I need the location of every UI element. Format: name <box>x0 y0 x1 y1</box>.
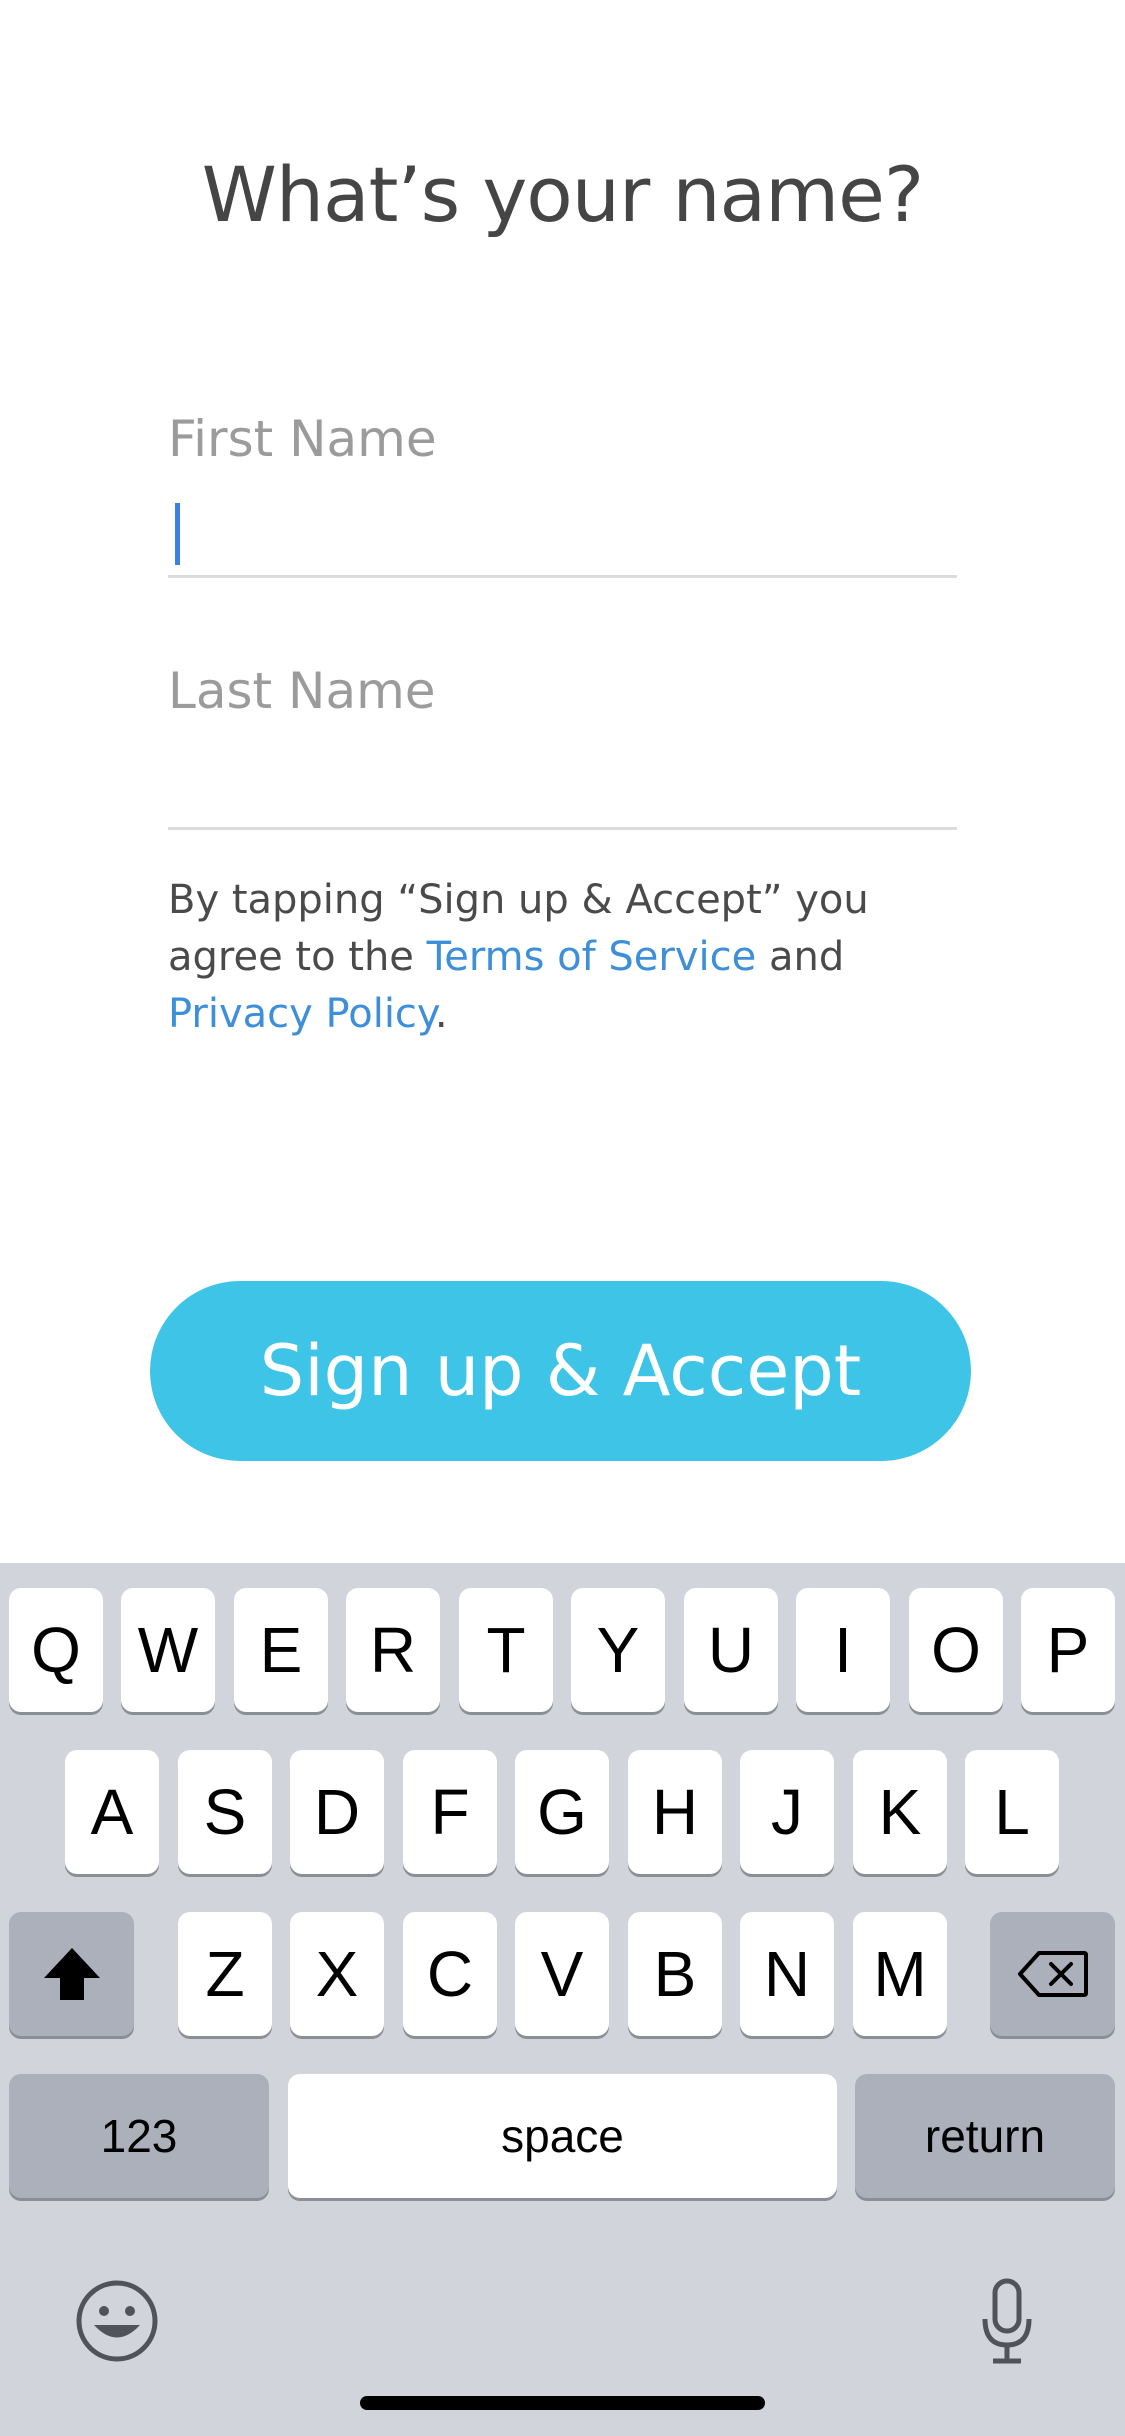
home-indicator <box>360 2396 765 2410</box>
key-m[interactable]: M <box>853 1912 947 2036</box>
key-p[interactable]: P <box>1021 1588 1115 1712</box>
last-name-input[interactable] <box>168 735 957 825</box>
key-c[interactable]: C <box>403 1912 497 2036</box>
page-title: What’s your name? <box>201 150 925 239</box>
sign-up-accept-button[interactable]: Sign up & Accept <box>150 1281 971 1461</box>
key-j[interactable]: J <box>740 1750 834 1874</box>
key-o[interactable]: O <box>909 1588 1003 1712</box>
key-e[interactable]: E <box>234 1588 328 1712</box>
keyboard: Q W E R T Y U I O P A S D F G H J K L Z … <box>0 1563 1125 2436</box>
key-i[interactable]: I <box>796 1588 890 1712</box>
key-u[interactable]: U <box>684 1588 778 1712</box>
key-n[interactable]: N <box>740 1912 834 2036</box>
numbers-key[interactable]: 123 <box>9 2074 269 2198</box>
delete-key[interactable] <box>990 1912 1115 2036</box>
last-name-label: Last Name <box>168 662 436 720</box>
return-key[interactable]: return <box>855 2074 1115 2198</box>
key-z[interactable]: Z <box>178 1912 272 2036</box>
key-f[interactable]: F <box>403 1750 497 1874</box>
key-t[interactable]: T <box>459 1588 553 1712</box>
first-name-underline <box>168 575 957 578</box>
shift-icon <box>43 1948 100 2000</box>
terms-suffix: . <box>434 991 448 1037</box>
first-name-label: First Name <box>168 410 437 468</box>
key-x[interactable]: X <box>290 1912 384 2036</box>
key-b[interactable]: B <box>628 1912 722 2036</box>
key-g[interactable]: G <box>515 1750 609 1874</box>
key-y[interactable]: Y <box>571 1588 665 1712</box>
key-d[interactable]: D <box>290 1750 384 1874</box>
privacy-policy-link[interactable]: Privacy Policy <box>168 991 435 1037</box>
shift-key[interactable] <box>9 1912 134 2036</box>
key-s[interactable]: S <box>178 1750 272 1874</box>
last-name-underline <box>168 827 957 830</box>
terms-middle: and <box>756 934 845 980</box>
emoji-icon[interactable] <box>74 2278 160 2368</box>
key-a[interactable]: A <box>65 1750 159 1874</box>
key-l[interactable]: L <box>965 1750 1059 1874</box>
terms-text: By tapping “Sign up & Accept” you agree … <box>168 872 988 1043</box>
key-w[interactable]: W <box>121 1588 215 1712</box>
terms-of-service-link[interactable]: Terms of Service <box>427 934 757 980</box>
backspace-icon <box>1017 1951 1088 1997</box>
key-q[interactable]: Q <box>9 1588 103 1712</box>
microphone-icon[interactable] <box>977 2277 1037 2371</box>
key-r[interactable]: R <box>346 1588 440 1712</box>
key-h[interactable]: H <box>628 1750 722 1874</box>
space-key[interactable]: space <box>288 2074 837 2198</box>
key-k[interactable]: K <box>853 1750 947 1874</box>
text-cursor <box>175 503 180 565</box>
first-name-input[interactable] <box>168 485 957 575</box>
key-v[interactable]: V <box>515 1912 609 2036</box>
